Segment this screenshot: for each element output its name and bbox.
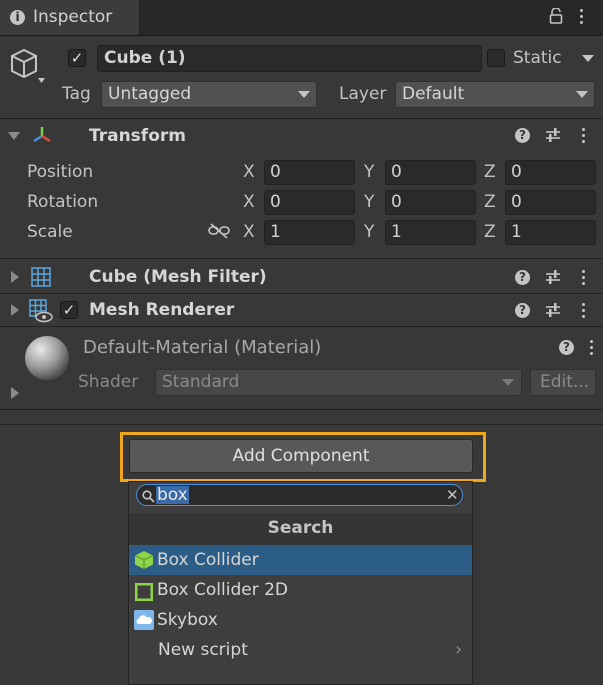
divider — [0, 409, 603, 410]
mesh-filter-foldout-icon[interactable] — [11, 271, 19, 283]
tab-title: Inspector — [33, 7, 113, 27]
constrain-proportions-icon[interactable] — [208, 223, 230, 244]
y-axis-label[interactable]: Y — [364, 222, 374, 242]
scale-label: Scale — [27, 222, 73, 242]
list-item-label: Box Collider — [157, 550, 259, 570]
transform-icon — [31, 124, 53, 151]
search-value: box — [156, 485, 189, 505]
divider — [0, 118, 603, 119]
help-icon[interactable]: ? — [515, 270, 530, 285]
scale-x-field[interactable]: 1 — [264, 220, 355, 245]
tag-value: Untagged — [108, 84, 192, 104]
mesh-renderer-foldout-icon[interactable] — [11, 304, 19, 316]
position-y-field[interactable]: 0 — [385, 160, 476, 185]
mesh-renderer-title: Mesh Renderer — [89, 300, 235, 320]
tag-dropdown[interactable]: Untagged — [101, 81, 317, 108]
edit-shader-button[interactable]: Edit... — [530, 369, 596, 396]
list-item-label: Box Collider 2D — [157, 580, 288, 600]
transform-foldout-icon[interactable] — [8, 132, 20, 140]
list-item-new-script[interactable]: New script › — [129, 635, 472, 665]
material-preview-icon — [24, 335, 70, 386]
shader-dropdown[interactable]: Standard — [155, 369, 522, 396]
position-x-field[interactable]: 0 — [264, 160, 355, 185]
mesh-renderer-icon — [29, 299, 53, 328]
list-item-skybox[interactable]: Skybox — [129, 605, 472, 635]
list-item-label: Skybox — [157, 610, 218, 630]
chevron-down-icon — [576, 91, 588, 98]
shader-value: Standard — [162, 372, 240, 392]
divider — [0, 258, 603, 259]
transform-title: Transform — [89, 126, 186, 146]
help-icon[interactable]: ? — [515, 303, 530, 318]
x-axis-label[interactable]: X — [243, 192, 255, 212]
divider — [0, 293, 603, 294]
tab-inspector[interactable]: i Inspector — [0, 0, 140, 35]
divider — [0, 424, 603, 425]
chevron-down-icon — [502, 379, 514, 386]
layer-dropdown[interactable]: Default — [395, 81, 595, 108]
tag-label: Tag — [62, 84, 91, 104]
y-axis-label[interactable]: Y — [364, 162, 374, 182]
info-icon: i — [10, 10, 25, 25]
z-axis-label[interactable]: Z — [484, 192, 496, 212]
clear-search-icon[interactable]: ✕ — [446, 486, 459, 504]
presets-icon[interactable] — [545, 302, 561, 323]
z-axis-label[interactable]: Z — [484, 222, 496, 242]
scale-z-field[interactable]: 1 — [505, 220, 596, 245]
add-component-button[interactable]: Add Component — [129, 439, 473, 473]
shader-label: Shader — [78, 372, 139, 392]
active-checkbox[interactable]: ✓ — [68, 49, 86, 67]
rotation-z-field[interactable]: 0 — [505, 190, 596, 215]
chevron-down-icon — [298, 91, 310, 98]
scale-y-field[interactable]: 1 — [385, 220, 476, 245]
material-foldout-icon[interactable] — [11, 387, 19, 399]
static-dropdown-icon[interactable] — [582, 55, 594, 62]
component-menu-icon[interactable] — [582, 270, 586, 288]
help-icon[interactable]: ? — [515, 128, 530, 143]
material-title: Default-Material (Material) — [83, 337, 322, 358]
material-menu-icon[interactable] — [590, 340, 594, 358]
lock-icon[interactable] — [549, 7, 563, 30]
position-z-field[interactable]: 0 — [505, 160, 596, 185]
list-item-box-collider[interactable]: Box Collider — [129, 545, 472, 575]
divider — [0, 326, 603, 327]
presets-icon[interactable] — [545, 269, 561, 290]
static-label: Static — [513, 48, 562, 68]
mesh-filter-icon — [31, 267, 51, 292]
z-axis-label[interactable]: Z — [484, 162, 496, 182]
tab-menu-icon[interactable] — [580, 9, 584, 27]
component-menu-icon[interactable] — [582, 303, 586, 321]
layer-value: Default — [402, 84, 465, 104]
mesh-renderer-enabled-checkbox[interactable]: ✓ — [60, 301, 78, 319]
y-axis-label[interactable]: Y — [364, 192, 374, 212]
gameobject-icon — [8, 46, 48, 95]
search-section-title: Search — [267, 518, 334, 538]
rotation-label: Rotation — [27, 192, 99, 212]
x-axis-label[interactable]: X — [243, 162, 255, 182]
presets-icon[interactable] — [545, 127, 561, 148]
object-name-field[interactable]: Cube (1) — [97, 45, 482, 72]
list-item-box-collider-2d[interactable]: Box Collider 2D — [129, 575, 472, 605]
rotation-x-field[interactable]: 0 — [264, 190, 355, 215]
search-icon — [142, 488, 155, 508]
x-axis-label[interactable]: X — [243, 222, 255, 242]
static-checkbox[interactable] — [487, 49, 505, 67]
layer-label: Layer — [339, 84, 387, 104]
help-icon[interactable]: ? — [559, 340, 574, 355]
mesh-filter-title: Cube (Mesh Filter) — [89, 267, 267, 287]
component-menu-icon[interactable] — [582, 128, 586, 146]
rotation-y-field[interactable]: 0 — [385, 190, 476, 215]
position-label: Position — [27, 162, 94, 182]
chevron-right-icon: › — [455, 639, 463, 660]
list-item-label: New script — [158, 640, 248, 660]
